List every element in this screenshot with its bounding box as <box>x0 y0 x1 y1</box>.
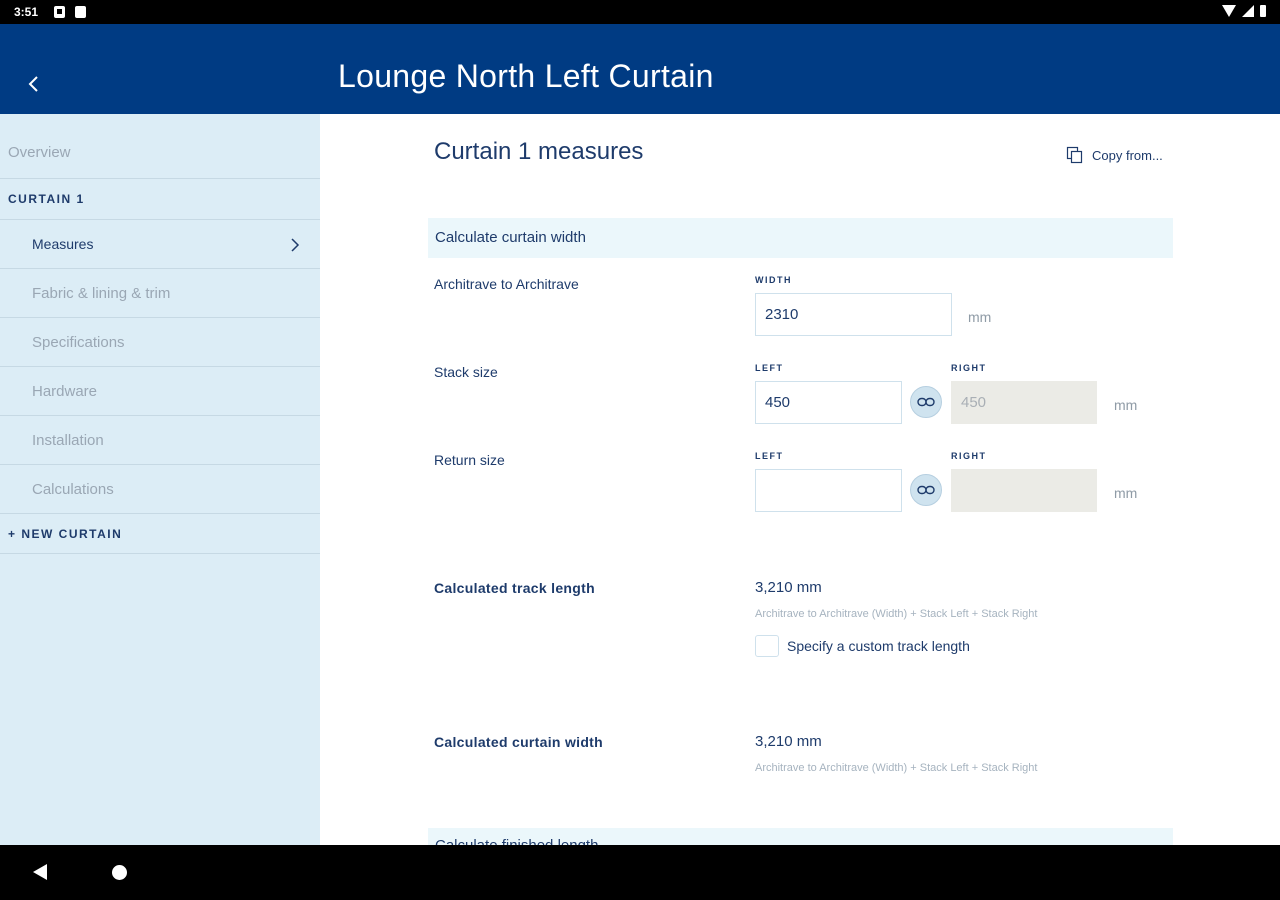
status-time: 3:51 <box>14 5 39 19</box>
link-toggle-button[interactable] <box>910 474 942 506</box>
sidebar-item-label: Measures <box>32 236 94 252</box>
track-length-formula: Architrave to Architrave (Width) + Stack… <box>755 608 1038 620</box>
sidebar-heading-label: CURTAIN 1 <box>8 192 85 206</box>
page-title: Lounge North Left Curtain <box>338 58 714 94</box>
chevron-right-icon <box>291 238 300 252</box>
wifi-icon <box>1222 5 1236 17</box>
battery-icon <box>1260 5 1266 17</box>
curtain-width-label: Calculated curtain width <box>434 734 603 750</box>
sidebar-item-label: Hardware <box>32 383 98 400</box>
sidebar: Overview CURTAIN 1 Measures Fabric & lin… <box>0 114 320 845</box>
new-curtain-button[interactable]: + NEW CURTAIN <box>0 514 320 554</box>
sidebar-item-label: Overview <box>8 144 71 161</box>
custom-track-length-checkbox[interactable] <box>755 635 779 657</box>
section-header-label: Calculate curtain width <box>435 229 586 246</box>
stack-right-input <box>951 381 1097 424</box>
sidebar-item-overview[interactable]: Overview <box>0 114 320 179</box>
section-header-curtain-width: Calculate curtain width <box>428 218 1173 258</box>
return-left-input[interactable] <box>755 469 902 512</box>
sidebar-item-measures[interactable]: Measures <box>0 220 320 269</box>
architrave-width-input[interactable] <box>755 293 952 336</box>
curtain-width-value: 3,210 mm <box>755 733 822 750</box>
link-toggle-button[interactable] <box>910 386 942 418</box>
back-button[interactable] <box>22 72 46 96</box>
sidebar-item-specifications[interactable]: Specifications <box>0 318 320 367</box>
sidebar-item-installation[interactable]: Installation <box>0 416 320 465</box>
return-right-caption: RIGHT <box>951 451 987 461</box>
status-bar: 3:51 <box>0 0 1280 24</box>
notification-icon <box>54 6 65 18</box>
system-icons <box>1222 5 1266 17</box>
architrave-label: Architrave to Architrave <box>434 276 579 292</box>
custom-track-length-label[interactable]: Specify a custom track length <box>787 638 970 654</box>
stack-right-caption: RIGHT <box>951 363 987 373</box>
return-right-input <box>951 469 1097 512</box>
sd-card-icon <box>75 6 86 18</box>
sidebar-item-label: Fabric & lining & trim <box>32 285 171 302</box>
link-icon <box>917 485 935 495</box>
copy-from-label: Copy from... <box>1092 147 1163 163</box>
sidebar-item-hardware[interactable]: Hardware <box>0 367 320 416</box>
sidebar-heading-curtain-1[interactable]: CURTAIN 1 <box>0 179 320 220</box>
chevron-left-icon <box>28 76 38 92</box>
copy-from-button[interactable]: Copy from... <box>1066 146 1163 164</box>
section-header-label: Calculate finished length <box>435 837 598 845</box>
stack-left-input[interactable] <box>755 381 902 424</box>
track-length-value: 3,210 mm <box>755 579 822 596</box>
stack-left-caption: LEFT <box>755 363 784 373</box>
sidebar-item-label: Specifications <box>32 334 125 351</box>
main-content: Curtain 1 measures Copy from... Calculat… <box>320 114 1280 845</box>
system-home-icon[interactable] <box>112 865 127 880</box>
sidebar-item-calculations[interactable]: Calculations <box>0 465 320 514</box>
track-length-label: Calculated track length <box>434 580 595 596</box>
notification-icons <box>54 6 86 18</box>
sidebar-item-label: Installation <box>32 432 104 449</box>
stack-size-label: Stack size <box>434 364 498 380</box>
width-caption: WIDTH <box>755 275 792 285</box>
system-nav-bar <box>0 845 1280 900</box>
sidebar-item-fabric[interactable]: Fabric & lining & trim <box>0 269 320 318</box>
sidebar-item-label: Calculations <box>32 481 114 498</box>
new-curtain-label: + NEW CURTAIN <box>8 527 123 541</box>
section-title: Curtain 1 measures <box>434 138 644 165</box>
app-bar: Lounge North Left Curtain <box>0 24 1280 114</box>
curtain-width-formula: Architrave to Architrave (Width) + Stack… <box>755 762 1038 774</box>
unit-label: mm <box>1114 397 1138 413</box>
copy-icon <box>1066 146 1083 164</box>
link-icon <box>917 397 935 407</box>
signal-icon <box>1242 5 1254 17</box>
return-left-caption: LEFT <box>755 451 784 461</box>
system-back-icon[interactable] <box>33 864 47 880</box>
return-size-label: Return size <box>434 452 505 468</box>
unit-label: mm <box>1114 485 1138 501</box>
unit-label: mm <box>968 309 992 325</box>
